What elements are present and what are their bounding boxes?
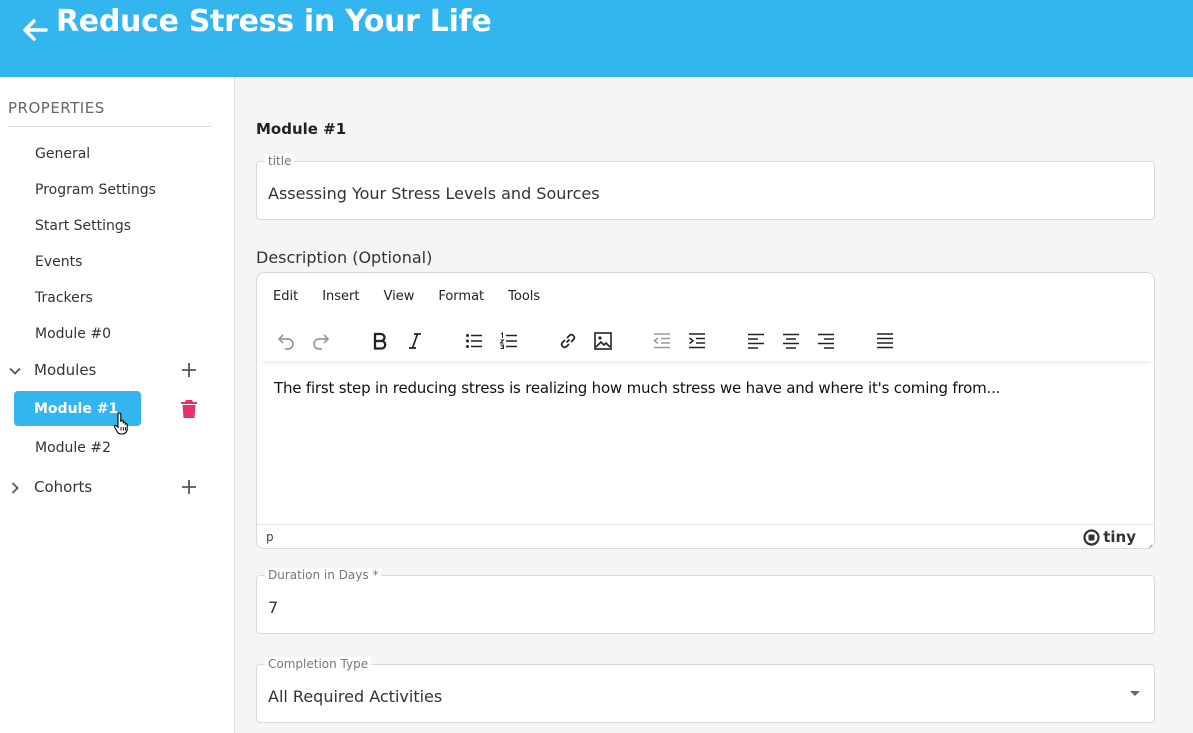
- menu-insert[interactable]: Insert: [318, 289, 363, 304]
- title-field[interactable]: title Assessing Your Stress Levels and S…: [256, 154, 1155, 220]
- sidebar-item-module-2[interactable]: Module #2: [35, 440, 111, 456]
- sidebar-item-program-settings[interactable]: Program Settings: [35, 182, 156, 198]
- sidebar-item-trackers[interactable]: Trackers: [35, 290, 93, 306]
- redo-icon[interactable]: [307, 327, 335, 355]
- page-title: Reduce Stress in Your Life: [56, 4, 492, 39]
- image-icon[interactable]: [589, 327, 617, 355]
- sidebar-group-cohorts[interactable]: Cohorts: [0, 472, 234, 502]
- add-module-icon[interactable]: [180, 361, 198, 379]
- undo-icon[interactable]: [272, 327, 300, 355]
- editor-statusbar: p tiny: [257, 524, 1154, 548]
- completion-type-select[interactable]: Completion Type All Required Activities: [256, 657, 1155, 723]
- indent-icon[interactable]: [683, 327, 711, 355]
- menu-format[interactable]: Format: [434, 289, 488, 304]
- tiny-brand-text: tiny: [1103, 528, 1136, 546]
- completion-type-label: Completion Type: [265, 657, 372, 671]
- sidebar-group-label: Modules: [34, 361, 97, 379]
- align-justify-icon[interactable]: [871, 327, 899, 355]
- tiny-logo[interactable]: tiny: [1083, 528, 1136, 546]
- dropdown-arrow-icon[interactable]: [1130, 691, 1140, 696]
- outdent-icon[interactable]: [648, 327, 676, 355]
- editor-menubar: Edit Insert View Format Tools: [269, 289, 560, 304]
- rich-text-editor: Edit Insert View Format Tools The first …: [256, 272, 1155, 549]
- menu-edit[interactable]: Edit: [269, 289, 302, 304]
- title-field-label: title: [265, 154, 295, 168]
- align-left-icon[interactable]: [742, 327, 770, 355]
- resize-handle-icon[interactable]: [1143, 537, 1153, 548]
- link-icon[interactable]: [554, 327, 582, 355]
- bullet-list-icon[interactable]: [460, 327, 488, 355]
- bold-icon[interactable]: [366, 327, 394, 355]
- completion-type-value[interactable]: All Required Activities: [268, 687, 442, 706]
- arrow-left-icon[interactable]: [20, 15, 50, 45]
- duration-field-label: Duration in Days *: [265, 568, 382, 582]
- sidebar-item-label: Module #1: [34, 400, 119, 417]
- editor-toolbar: [257, 321, 1154, 361]
- sidebar: PROPERTIES General Program Settings Star…: [0, 77, 235, 733]
- duration-field-value[interactable]: 7: [268, 598, 278, 617]
- sidebar-item-start-settings[interactable]: Start Settings: [35, 218, 131, 234]
- section-title: Module #1: [256, 120, 347, 138]
- sidebar-item-module-0[interactable]: Module #0: [35, 326, 111, 342]
- menu-tools[interactable]: Tools: [504, 289, 544, 304]
- element-path[interactable]: p: [266, 530, 274, 544]
- sidebar-divider: [8, 126, 212, 127]
- sidebar-group-label: Cohorts: [34, 478, 93, 496]
- chevron-down-icon[interactable]: [8, 363, 22, 377]
- chevron-right-icon[interactable]: [8, 480, 22, 494]
- menu-view[interactable]: View: [379, 289, 418, 304]
- duration-field[interactable]: Duration in Days * 7: [256, 568, 1155, 634]
- sidebar-item-events[interactable]: Events: [35, 254, 82, 270]
- numbered-list-icon[interactable]: [495, 327, 523, 355]
- italic-icon[interactable]: [401, 327, 429, 355]
- align-right-icon[interactable]: [812, 327, 840, 355]
- sidebar-group-modules[interactable]: Modules: [0, 355, 234, 385]
- app-header: Reduce Stress in Your Life: [0, 0, 1193, 77]
- trash-icon[interactable]: [180, 399, 198, 419]
- add-cohort-icon[interactable]: [180, 478, 198, 496]
- editor-content[interactable]: The first step in reducing stress is rea…: [274, 379, 1000, 397]
- title-field-value[interactable]: Assessing Your Stress Levels and Sources: [268, 184, 600, 203]
- hand-cursor-icon: [113, 412, 131, 436]
- align-center-icon[interactable]: [777, 327, 805, 355]
- description-label: Description (Optional): [256, 248, 433, 267]
- sidebar-item-general[interactable]: General: [35, 146, 90, 162]
- sidebar-heading: PROPERTIES: [8, 99, 105, 117]
